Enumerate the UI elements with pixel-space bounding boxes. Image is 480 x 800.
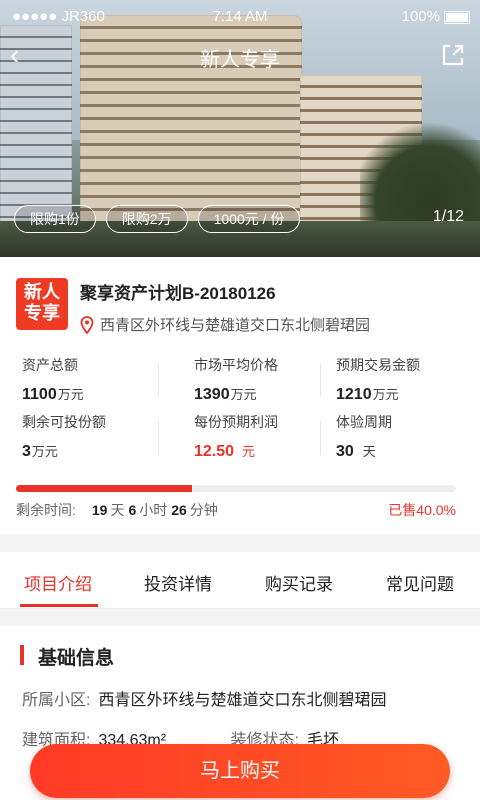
project-location: 西青区外环线与楚雄道交口东北侧碧珺园 [80, 314, 370, 335]
stat-label: 体验周期 [336, 414, 392, 430]
detail-tabs: 项目介绍 投资详情 购买记录 常见问题 [0, 552, 480, 609]
active-tab-indicator [20, 604, 98, 607]
divider [320, 421, 321, 455]
community-label: 所属小区: [22, 692, 91, 709]
stat-value: 3万元 [22, 443, 58, 460]
project-name: 聚享资产计划B-20180126 [80, 284, 276, 303]
stat-market-price: 市场平均价格 1390万元 [194, 355, 344, 404]
remaining-label: 剩余时间: [16, 502, 76, 518]
community-value: 西青区外环线与楚雄道交口东北侧碧珺园 [98, 692, 387, 709]
remaining-minutes: 26 [171, 502, 187, 518]
battery-icon [444, 11, 470, 24]
stat-period: 体验周期 30 天 [336, 412, 480, 461]
limit-chips: 限购1份 限购2万 1000元 / 份 [14, 205, 301, 233]
battery-percent: 100% [401, 8, 440, 25]
stat-label: 市场平均价格 [194, 357, 278, 373]
tab-purchase-records[interactable]: 购买记录 [265, 570, 333, 595]
remaining-hours: 6 [128, 502, 137, 518]
status-bar: ●●●●● JR360 7:14 AM 100% [0, 0, 480, 34]
location-pin-icon [80, 315, 94, 334]
community-row: 所属小区: 西青区外环线与楚雄道交口东北侧碧珺园 [22, 686, 386, 710]
remaining-time: 剩余时间: 19 天 6 小时 26 分钟 [16, 500, 218, 520]
project-card: 新人 专享 聚享资产计划B-20180126 西青区外环线与楚雄道交口东北侧碧珺… [0, 257, 480, 534]
divider [158, 421, 159, 455]
stat-profit-per-share: 每份预期利润 12.50 元 [194, 412, 344, 461]
tab-project-intro[interactable]: 项目介绍 [24, 570, 92, 595]
image-counter: 1/12 [432, 208, 464, 225]
section-title: 基础信息 [38, 648, 115, 669]
stat-label: 预期交易金额 [336, 357, 420, 373]
stat-total-assets: 资产总额 1100万元 [22, 355, 172, 404]
hero-image[interactable]: ●●●●● JR360 7:14 AM 100% ‹ 新人专享 限购1份 限购2… [0, 0, 480, 257]
tab-faq[interactable]: 常见问题 [386, 570, 454, 595]
chip-price-per-share: 1000元 / 份 [197, 205, 301, 233]
sale-progress-bar [16, 485, 456, 492]
remaining-days: 19 [91, 502, 108, 518]
divider [320, 363, 321, 397]
stat-expected-amount: 预期交易金额 1210万元 [336, 355, 480, 404]
badge-line-2: 专享 [24, 303, 60, 323]
tab-investment-details[interactable]: 投资详情 [144, 570, 212, 595]
chip-limit-count: 限购1份 [14, 205, 96, 233]
stat-value: 1100万元 [22, 386, 84, 403]
stat-value: 1390万元 [194, 386, 257, 403]
new-user-badge: 新人 专享 [16, 278, 68, 330]
section-marker [20, 645, 24, 665]
stat-value: 30 天 [336, 443, 376, 460]
stat-remaining-share: 剩余可投份额 3万元 [22, 412, 172, 461]
hours-unit: 小时 [139, 502, 168, 518]
sale-progress-fill [16, 485, 192, 492]
badge-line-1: 新人 [24, 282, 60, 302]
nav-bar: ‹ 新人专享 [0, 34, 480, 78]
location-text: 西青区外环线与楚雄道交口东北侧碧珺园 [100, 317, 371, 334]
buy-now-button[interactable]: 马上购买 [30, 744, 450, 798]
stat-label: 每份预期利润 [194, 414, 278, 430]
stat-label: 资产总额 [22, 357, 78, 373]
stat-label: 剩余可投份额 [22, 414, 106, 430]
page-title: 新人专享 [200, 49, 280, 71]
sold-percent: 已售40.0% [388, 502, 456, 518]
days-unit: 天 [110, 502, 125, 518]
divider [158, 363, 159, 397]
share-icon[interactable] [440, 42, 466, 68]
minutes-unit: 分钟 [189, 502, 218, 518]
stat-value: 1210万元 [336, 386, 399, 403]
chip-limit-amount: 限购2万 [105, 205, 188, 233]
stat-value: 12.50 元 [194, 443, 256, 460]
